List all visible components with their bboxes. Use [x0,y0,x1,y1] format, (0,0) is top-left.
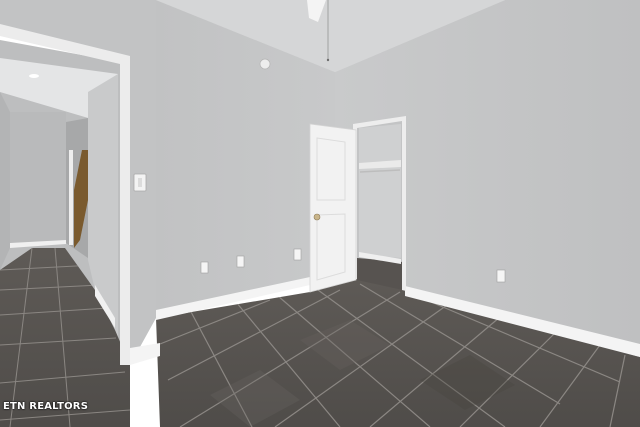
smoke-detector-icon [259,58,271,70]
watermark-text: ETN REALTORS [3,401,89,412]
hallway-door-frame [69,150,73,245]
hallway-light-icon [29,74,39,78]
hallway-left-wall [0,92,10,270]
hallway-far-wall [10,112,66,248]
door-handle-icon[interactable] [313,213,321,221]
room-scene [0,0,640,427]
closet-back-wall [359,124,401,258]
